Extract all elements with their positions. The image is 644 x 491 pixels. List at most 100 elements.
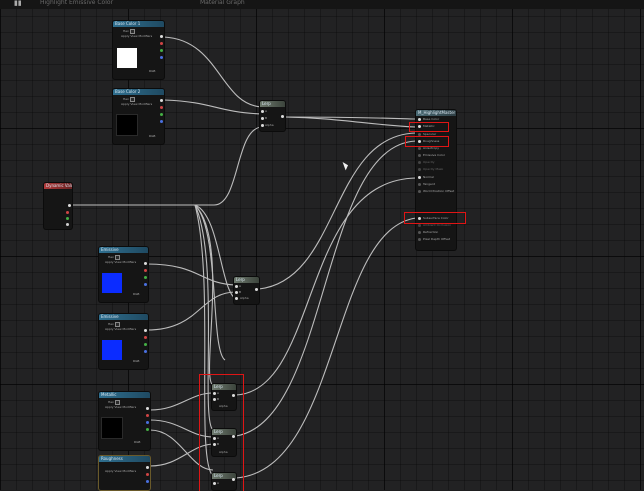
output-pin[interactable] <box>160 99 163 102</box>
output-pin-g[interactable] <box>160 49 163 52</box>
output-pin[interactable] <box>144 262 147 265</box>
material-graph-canvas[interactable] <box>0 0 644 490</box>
output-label: RGB <box>133 292 140 296</box>
input-pin-opacity-mask[interactable] <box>418 168 421 171</box>
input-pin-alpha[interactable] <box>261 124 264 127</box>
pin-label: A <box>265 109 268 113</box>
output-pin-r[interactable] <box>144 336 147 339</box>
row-label: Apply View Modifiers <box>105 469 137 473</box>
color-param-node-2[interactable]: Base Color 2 Hex Apply View Modifiers RG… <box>113 89 164 144</box>
input-pin-emissive[interactable] <box>418 154 421 157</box>
pin-label: Base Color <box>423 117 440 121</box>
input-pin-b[interactable] <box>261 117 264 120</box>
lerp-node-1[interactable]: Lerp A B Alpha <box>260 101 285 131</box>
output-pin-r[interactable] <box>146 414 149 417</box>
pin-label: A <box>239 284 242 288</box>
engine-logo-icon: ▮▮ <box>14 0 22 7</box>
node-header: Dynamic Value <box>44 183 72 189</box>
color-param-node-6[interactable]: Roughness Apply View Modifiers <box>99 456 150 490</box>
row-label: Apply View Modifiers <box>121 34 153 38</box>
output-pin-r[interactable] <box>144 269 147 272</box>
input-pin-alpha[interactable] <box>235 297 238 300</box>
output-pin-r[interactable] <box>160 106 163 109</box>
highlight-box-metallic <box>409 122 449 132</box>
hex-label: Hex <box>123 97 129 101</box>
output-pin-r[interactable] <box>146 473 149 476</box>
output-label: RGB <box>149 134 156 138</box>
output-pin-g[interactable] <box>146 428 149 431</box>
color-swatch[interactable] <box>117 115 137 135</box>
color-param-node-4[interactable]: Emissive Hex Apply View Modifiers RGB <box>99 314 148 369</box>
output-pin[interactable] <box>281 115 284 118</box>
row-label: Apply View Modifiers <box>121 102 153 106</box>
input-pin-a[interactable] <box>261 110 264 113</box>
output-pin-b[interactable] <box>160 56 163 59</box>
input-pin-anisotropy[interactable] <box>418 147 421 150</box>
graph-title: Highlight Emissive Color <box>40 0 114 6</box>
color-swatch[interactable] <box>117 48 137 68</box>
output-pin-b[interactable] <box>144 283 147 286</box>
output-pin[interactable] <box>146 407 149 410</box>
color-swatch[interactable] <box>102 418 122 438</box>
node-header: Emissive <box>99 314 148 320</box>
node-header: Emissive <box>99 247 148 253</box>
hex-label: Hex <box>108 400 114 404</box>
input-pin-pixel-depth[interactable] <box>418 238 421 241</box>
input-pin-ao[interactable] <box>418 224 421 227</box>
pin-label: Pixel Depth Offset <box>423 237 450 241</box>
output-pin-b[interactable] <box>144 350 147 353</box>
input-pin-a[interactable] <box>235 285 238 288</box>
node-header: Roughness <box>99 456 150 462</box>
node-header: Base Color 1 <box>113 21 164 27</box>
output-label: RGB <box>133 359 140 363</box>
output-pin-b[interactable] <box>146 421 149 424</box>
pin-label: Opacity <box>423 160 435 164</box>
pin-label: B <box>265 116 268 120</box>
row-label: Apply View Modifiers <box>105 405 137 409</box>
output-pin[interactable] <box>146 466 149 469</box>
output-pin[interactable] <box>68 204 71 207</box>
output-pin-b[interactable] <box>146 480 149 483</box>
input-pin-tangent[interactable] <box>418 183 421 186</box>
input-pin-base-color[interactable] <box>418 118 421 121</box>
color-param-node-3[interactable]: Emissive Hex Apply View Modifiers RGB <box>99 247 148 302</box>
output-pin[interactable] <box>255 288 258 291</box>
node-header: Base Color 2 <box>113 89 164 95</box>
highlight-box-lerp-group <box>199 374 244 491</box>
node-header: Lerp <box>234 277 259 283</box>
pin-label: Opacity Mask <box>423 167 444 171</box>
pin-label: World Position Offset <box>423 189 455 193</box>
input-pin-opacity[interactable] <box>418 161 421 164</box>
top-bar: ▮▮ Highlight Emissive Color Material Gra… <box>0 0 644 9</box>
output-pin-g[interactable] <box>160 113 163 116</box>
output-pin-a[interactable] <box>66 223 69 226</box>
pin-label: Alpha <box>265 123 274 127</box>
output-pin-r[interactable] <box>160 42 163 45</box>
pin-label: Tangent <box>423 182 435 186</box>
output-pin-g[interactable] <box>144 343 147 346</box>
input-pin-wpo[interactable] <box>418 190 421 193</box>
color-param-node-1[interactable]: Base Color 1 Hex Apply View Modifiers RG… <box>113 21 164 79</box>
output-pin-g[interactable] <box>66 217 69 220</box>
node-header: Lerp <box>260 101 285 107</box>
input-pin-b[interactable] <box>235 291 238 294</box>
output-pin-g[interactable] <box>144 276 147 279</box>
color-param-node-5[interactable]: Metallic Hex Apply View Modifiers RGB <box>99 392 150 450</box>
color-swatch[interactable] <box>102 273 122 293</box>
input-pin-refraction[interactable] <box>418 231 421 234</box>
scalar-param-node[interactable]: Dynamic Value <box>44 183 72 229</box>
pin-label: Alpha <box>240 296 249 300</box>
node-header: M_HighlightMaster <box>416 110 456 116</box>
input-pin-normal[interactable] <box>418 176 421 179</box>
output-pin[interactable] <box>160 35 163 38</box>
hex-label: Hex <box>108 255 114 259</box>
output-label: RGB <box>134 440 141 444</box>
lerp-node-2[interactable]: Lerp A B Alpha <box>234 277 259 304</box>
color-swatch[interactable] <box>102 340 122 360</box>
output-pin-b[interactable] <box>160 120 163 123</box>
output-pin[interactable] <box>144 329 147 332</box>
row-label: Apply View Modifiers <box>105 327 137 331</box>
row-label: Apply View Modifiers <box>105 260 137 264</box>
highlight-box-emissive <box>404 212 466 224</box>
output-pin-r[interactable] <box>66 211 69 214</box>
